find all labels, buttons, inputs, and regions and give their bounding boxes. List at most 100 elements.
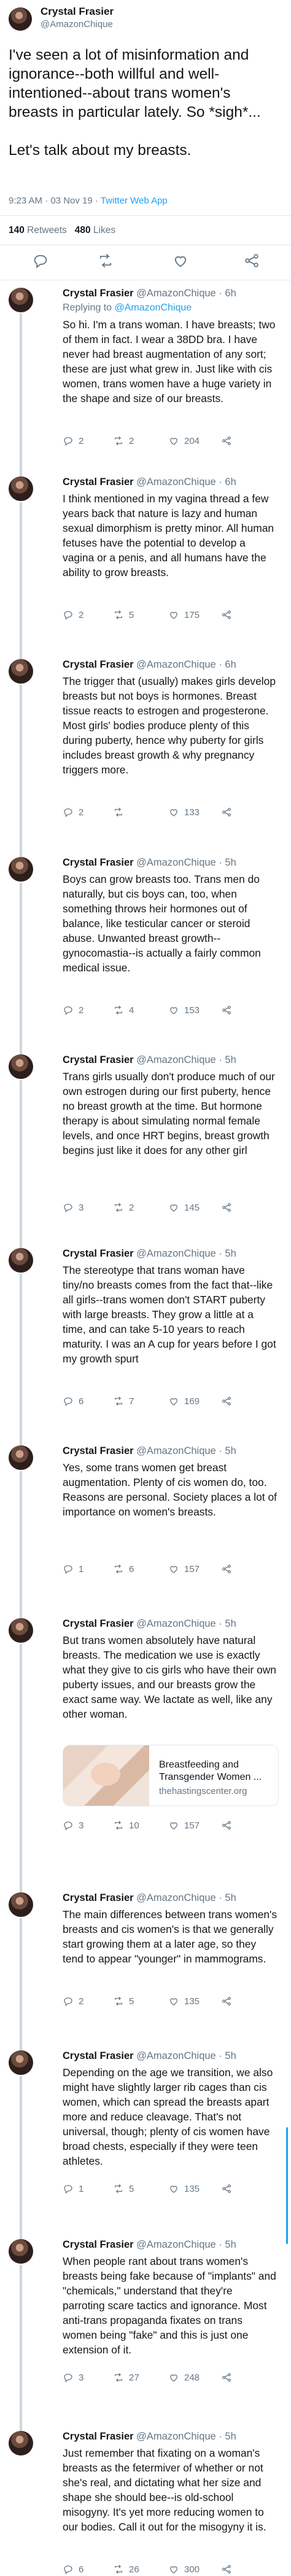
reply-button[interactable]: 1 — [63, 2182, 83, 2195]
author-name[interactable]: Crystal Frasier — [63, 1892, 134, 1903]
reply-tweet[interactable]: Crystal Frasier @AmazonChique · 5h Depend… — [0, 2043, 291, 2232]
share-icon[interactable] — [243, 252, 260, 269]
author-handle-time[interactable]: @AmazonChique · 5h — [136, 1892, 236, 1903]
author-handle-time[interactable]: @AmazonChique · 5h — [136, 2431, 236, 2442]
like-button[interactable]: 248 — [168, 2371, 200, 2384]
tweet-source-link[interactable]: Twitter Web App — [101, 196, 168, 206]
share-icon[interactable] — [221, 1563, 232, 1574]
author-name[interactable]: Crystal Frasier — [63, 2431, 134, 2442]
retweet-button[interactable]: 5 — [113, 608, 134, 622]
like-button[interactable]: 157 — [168, 1562, 200, 1576]
like-button[interactable]: 204 — [168, 434, 200, 448]
like-button[interactable]: 175 — [168, 608, 200, 622]
author-name[interactable]: Crystal Frasier — [63, 1054, 134, 1065]
likes-label[interactable]: Likes — [91, 225, 115, 235]
author-name[interactable]: Crystal Frasier — [63, 857, 134, 868]
like-button[interactable]: 153 — [168, 1003, 200, 1017]
like-button[interactable]: 135 — [168, 2182, 200, 2195]
retweet-icon[interactable] — [97, 252, 114, 269]
like-button[interactable]: 145 — [168, 1201, 200, 1214]
author-handle-time[interactable]: @AmazonChique · 5h — [136, 2239, 236, 2250]
share-icon[interactable] — [221, 1005, 232, 1016]
share-icon[interactable] — [221, 2564, 232, 2575]
share-icon[interactable] — [221, 807, 232, 818]
author-handle-time[interactable]: @AmazonChique · 5h — [136, 1248, 236, 1259]
reply-button[interactable]: 2 — [63, 1994, 83, 2008]
retweet-button[interactable]: 10 — [113, 1819, 139, 1832]
reply-tweet[interactable]: Crystal Frasier @AmazonChique · 5h Trans … — [0, 1047, 291, 1241]
share-button[interactable] — [221, 1994, 232, 2008]
scrollbar-thumb[interactable] — [286, 2127, 288, 2244]
author-handle-time[interactable]: @AmazonChique · 5h — [136, 1054, 236, 1065]
avatar[interactable] — [9, 7, 32, 31]
like-button[interactable]: 157 — [168, 1819, 200, 1832]
author-handle-time[interactable]: @AmazonChique · 5h — [136, 1445, 236, 1456]
share-button[interactable] — [221, 2182, 232, 2195]
like-button[interactable]: 133 — [168, 805, 200, 819]
author-handle-time[interactable]: @AmazonChique · 5h — [136, 857, 236, 868]
reply-tweet[interactable]: Crystal Frasier @AmazonChique · 5h When p… — [0, 2232, 291, 2424]
share-icon[interactable] — [221, 1820, 232, 1831]
author-name[interactable]: Crystal Frasier — [63, 2239, 134, 2250]
reply-button[interactable]: 1 — [63, 1562, 83, 1576]
retweets-count[interactable]: 140 — [9, 225, 25, 235]
reply-tweet[interactable]: Crystal Frasier @AmazonChique · 6h The tr… — [0, 652, 291, 850]
author-name[interactable]: Crystal Frasier — [63, 659, 134, 670]
reply-button[interactable]: 2 — [63, 434, 83, 448]
share-button[interactable] — [221, 1003, 232, 1017]
avatar[interactable] — [9, 659, 33, 684]
avatar[interactable] — [9, 2239, 33, 2264]
share-icon[interactable] — [221, 1202, 232, 1213]
reply-button[interactable]: 2 — [63, 805, 83, 819]
replying-to-handle[interactable]: @AmazonChique — [115, 302, 192, 313]
share-button[interactable] — [221, 1819, 232, 1832]
reply-button[interactable]: 3 — [63, 2371, 83, 2384]
share-button[interactable] — [221, 2371, 232, 2384]
tweet-time[interactable]: 9:23 AM · 03 Nov 19 · — [9, 196, 101, 206]
reply-tweet[interactable]: Crystal Frasier @AmazonChique · 5h The st… — [0, 1241, 291, 1438]
author-handle-time[interactable]: @AmazonChique · 5h — [136, 2050, 236, 2061]
avatar[interactable] — [9, 857, 33, 882]
share-button[interactable] — [221, 2562, 232, 2576]
avatar[interactable] — [9, 1892, 33, 1917]
share-button[interactable] — [221, 1562, 232, 1576]
author-name[interactable]: Crystal Frasier — [63, 288, 134, 299]
reply-tweet[interactable]: Crystal Frasier @AmazonChique · 5h The ma… — [0, 1885, 291, 2043]
share-icon[interactable] — [221, 1396, 232, 1407]
reply-button[interactable]: 3 — [63, 1201, 83, 1214]
avatar[interactable] — [9, 2050, 33, 2075]
author-name[interactable]: Crystal Frasier — [63, 2050, 134, 2061]
author-handle-time[interactable]: @AmazonChique · 6h — [136, 288, 236, 299]
author-handle[interactable]: @AmazonChique — [41, 19, 113, 30]
retweet-button[interactable]: 2 — [113, 434, 134, 448]
avatar[interactable] — [9, 1618, 33, 1643]
author-name[interactable]: Crystal Frasier — [63, 1445, 134, 1456]
author-name[interactable]: Crystal Frasier — [41, 6, 114, 18]
share-icon[interactable] — [221, 435, 232, 446]
share-icon[interactable] — [221, 609, 232, 620]
retweet-button[interactable]: 2 — [113, 1201, 134, 1214]
link-card[interactable]: Breastfeeding and Transgender Women ... t… — [63, 1745, 279, 1806]
author-name[interactable]: Crystal Frasier — [63, 1248, 134, 1259]
reply-tweet[interactable]: Crystal Frasier @AmazonChique · 5h Just r… — [0, 2424, 291, 2575]
avatar[interactable] — [9, 1248, 33, 1273]
retweet-button[interactable]: 27 — [113, 2371, 139, 2384]
retweet-button[interactable]: 7 — [113, 1394, 134, 1408]
reply-tweet[interactable]: Crystal Frasier @AmazonChique · 5h Yes, s… — [0, 1438, 291, 1611]
share-button[interactable] — [221, 1394, 232, 1408]
like-button[interactable]: 135 — [168, 1994, 200, 2008]
author-name[interactable]: Crystal Frasier — [63, 476, 134, 488]
reply-icon[interactable] — [32, 252, 49, 269]
reply-tweet[interactable]: Crystal Frasier @AmazonChique · 6h Replyi… — [0, 280, 291, 469]
reply-tweet[interactable]: Crystal Frasier @AmazonChique · 6h I thin… — [0, 469, 291, 652]
avatar[interactable] — [9, 288, 33, 312]
retweets-label[interactable]: Retweets — [25, 225, 67, 235]
author-handle-time[interactable]: @AmazonChique · 6h — [136, 476, 236, 488]
reply-button[interactable]: 6 — [63, 2562, 83, 2576]
reply-button[interactable]: 2 — [63, 608, 83, 622]
like-icon[interactable] — [172, 252, 189, 269]
share-button[interactable] — [221, 434, 232, 448]
avatar[interactable] — [9, 1054, 33, 1079]
author-handle-time[interactable]: @AmazonChique · 6h — [136, 659, 236, 670]
retweet-button[interactable]: 6 — [113, 1562, 134, 1576]
